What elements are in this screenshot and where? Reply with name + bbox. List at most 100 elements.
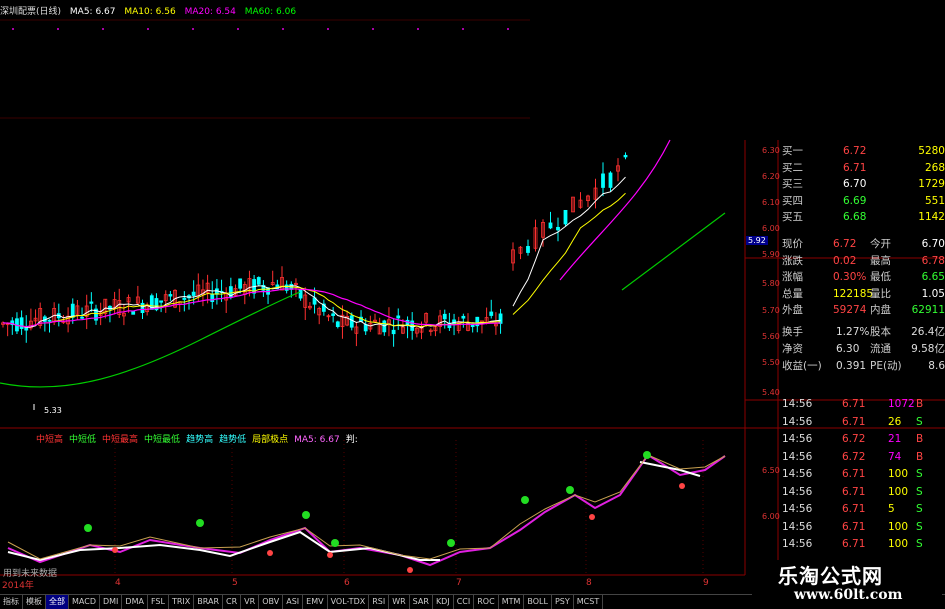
bid-row: 买二 6.71 268 bbox=[748, 160, 945, 176]
stat-label: 总量 bbox=[782, 287, 803, 300]
indicator-tab-模板[interactable]: 模板 bbox=[23, 595, 46, 609]
tick-side: B bbox=[916, 450, 924, 463]
marker-dot bbox=[237, 28, 239, 30]
tick-row: 14:56 6.72 74 B bbox=[748, 449, 945, 466]
bid-label: 买四 bbox=[782, 194, 803, 207]
tick-volume: 100 bbox=[888, 468, 909, 480]
bid-label: 买二 bbox=[782, 161, 803, 174]
tick-side: S bbox=[916, 468, 923, 480]
fund-value: 0.391 bbox=[836, 360, 867, 372]
candle-body bbox=[548, 222, 553, 229]
candle-body bbox=[89, 301, 94, 304]
bid-price: 6.68 bbox=[843, 211, 867, 223]
tick-side: B bbox=[916, 398, 924, 410]
candle-body bbox=[331, 313, 336, 316]
indicator-trend-line bbox=[7, 454, 726, 560]
indicator-tab-全部[interactable]: 全部 bbox=[46, 595, 69, 609]
bid-price: 6.70 bbox=[843, 178, 867, 190]
tick-row: 14:56 6.71 26 S bbox=[748, 414, 945, 431]
fund-value: 1.27% bbox=[836, 326, 870, 338]
indicator-tab-vol-tdx[interactable]: VOL-TDX bbox=[328, 595, 370, 609]
tick-time: 14:56 bbox=[782, 485, 813, 498]
marker-dot bbox=[12, 28, 14, 30]
date-tick: 6 bbox=[344, 578, 350, 588]
tick-time: 14:56 bbox=[782, 503, 813, 515]
ma5-line bbox=[512, 176, 626, 307]
tick-price: 6.71 bbox=[842, 415, 866, 428]
fund-label: 流通 bbox=[870, 343, 891, 355]
ma5-label: MA5: 6.67 bbox=[69, 7, 116, 17]
candle-body bbox=[601, 173, 605, 188]
candle-body bbox=[80, 316, 84, 319]
date-tick: 8 bbox=[586, 578, 592, 588]
indicator-tab-asi[interactable]: ASI bbox=[283, 595, 304, 609]
fund-row: 换手 1.27% 股本 26.4亿 bbox=[748, 324, 945, 340]
indicator-tab-sar[interactable]: SAR bbox=[410, 595, 433, 609]
indicator-legend-item: 中短高 bbox=[36, 435, 64, 445]
green-signal-dot bbox=[196, 519, 204, 527]
indicator-white-line bbox=[7, 530, 440, 562]
marker-dot bbox=[147, 28, 149, 30]
indicator-tab-dma[interactable]: DMA bbox=[122, 595, 148, 609]
indicator-tab-emv[interactable]: EMV bbox=[303, 595, 328, 609]
indicator-legend-item: 中短低 bbox=[69, 435, 97, 445]
indicator-tab-wr[interactable]: WR bbox=[389, 595, 410, 609]
candle-body bbox=[363, 324, 368, 332]
indicator-tab-roc[interactable]: ROC bbox=[474, 595, 499, 609]
indicator-tab-macd[interactable]: MACD bbox=[69, 595, 100, 609]
marker-dot bbox=[417, 28, 419, 30]
stat-label: 最低 bbox=[870, 271, 891, 283]
watermark-title: 乐淘公式网 bbox=[778, 564, 883, 588]
indicator-tab-vr[interactable]: VR bbox=[241, 595, 260, 609]
indicator-tab-mtm[interactable]: MTM bbox=[499, 595, 525, 609]
indicator-tab-obv[interactable]: OBV bbox=[259, 595, 284, 609]
fund-label: 股本 bbox=[870, 326, 891, 338]
indicator-tab-cci[interactable]: CCI bbox=[454, 595, 475, 609]
ma10-line bbox=[512, 192, 626, 315]
ma60-line bbox=[621, 212, 726, 291]
green-signal-dot bbox=[521, 496, 529, 504]
date-tick: 7 bbox=[456, 578, 462, 588]
indicator-tab-boll[interactable]: BOLL bbox=[524, 595, 552, 609]
stat-row: 现价 6.72 今开 6.70 bbox=[748, 236, 945, 252]
indicator-legend: 中短高 中短低 中短最高 中短最低 趋势高 趋势低 局部极点 MA5: 6.67 判: bbox=[36, 432, 364, 445]
fund-value: 26.4亿 bbox=[911, 326, 945, 338]
indicator-legend-item: 中短最低 bbox=[144, 435, 181, 445]
indicator-tab-dmi[interactable]: DMI bbox=[100, 595, 123, 609]
indicator-tab-kdj[interactable]: KDJ bbox=[433, 595, 454, 609]
site-watermark: 乐淘公式网 www.60lt.com bbox=[752, 560, 942, 606]
candle-body bbox=[335, 321, 340, 327]
tick-price: 6.71 bbox=[842, 503, 866, 515]
indicator-legend-item: 趋势高 bbox=[186, 435, 214, 445]
tick-price: 6.71 bbox=[842, 468, 866, 480]
candle-body bbox=[461, 315, 466, 319]
stat-label: 涨跌 bbox=[782, 254, 803, 267]
tick-time: 14:56 bbox=[782, 538, 813, 550]
ma20-line bbox=[559, 139, 671, 281]
candle-body bbox=[526, 246, 530, 253]
tick-price: 6.71 bbox=[842, 485, 866, 498]
indicator-tab-brar[interactable]: BRAR bbox=[194, 595, 224, 609]
candle-body bbox=[19, 317, 24, 329]
tick-side: S bbox=[916, 520, 923, 533]
stat-value: 6.78 bbox=[921, 254, 945, 267]
indicator-tab-rsi[interactable]: RSI bbox=[369, 595, 390, 609]
indicator-tab-trix[interactable]: TRIX bbox=[169, 595, 195, 609]
indicator-tab-mcst[interactable]: MCST bbox=[574, 595, 604, 609]
indicator-tab-指标[interactable]: 指标 bbox=[0, 595, 23, 609]
indicator-legend-item: 趋势低 bbox=[219, 435, 247, 445]
stock-title: 深圳配票(日线) bbox=[0, 7, 62, 17]
low-price-marker: 5.33 bbox=[44, 406, 62, 415]
indicator-tab-psy[interactable]: PSY bbox=[552, 595, 574, 609]
stat-value: 0.02 bbox=[833, 254, 857, 267]
ma10-label: MA10: 6.56 bbox=[124, 7, 176, 17]
stat-value: 62911 bbox=[911, 304, 945, 316]
candle-body bbox=[131, 311, 136, 315]
fund-label: 换手 bbox=[782, 326, 803, 338]
indicator-tab-fsl[interactable]: FSL bbox=[148, 595, 169, 609]
red-signal-dot bbox=[589, 514, 595, 520]
tick-volume: 1072 bbox=[888, 398, 915, 410]
indicator-tab-cr[interactable]: CR bbox=[223, 595, 242, 609]
bid-volume: 1142 bbox=[918, 211, 945, 223]
tick-price: 6.72 bbox=[842, 433, 866, 445]
